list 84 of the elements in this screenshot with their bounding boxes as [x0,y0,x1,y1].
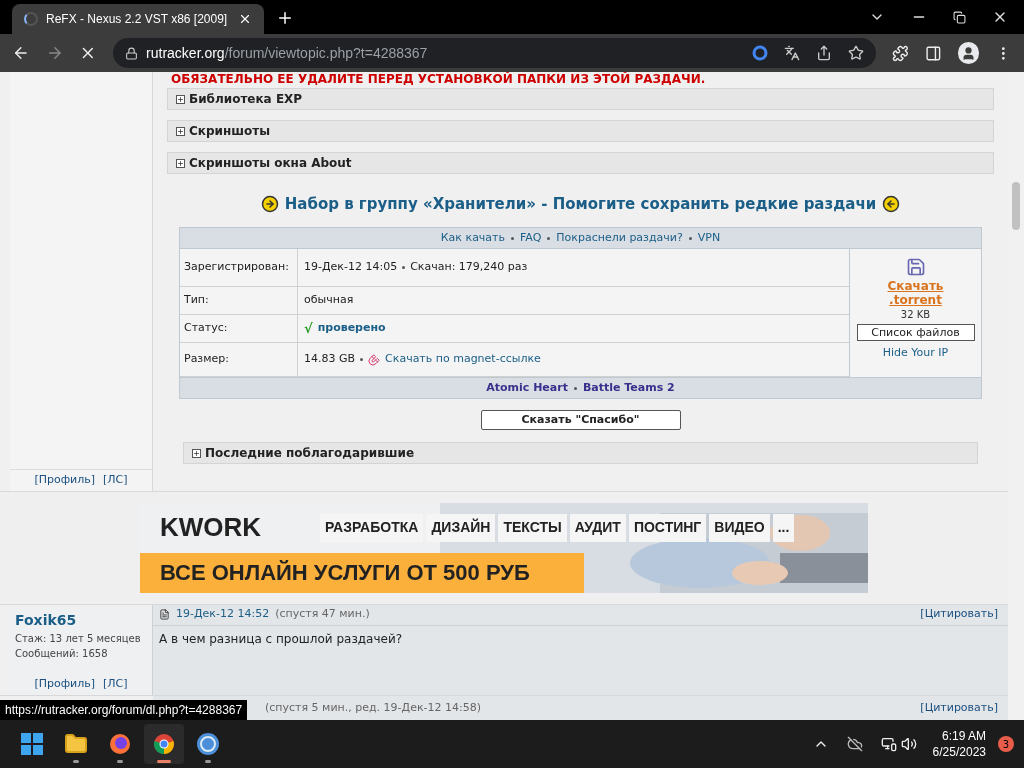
back-icon[interactable] [12,44,30,62]
spoiler-header[interactable]: Последние поблагодарившие [183,442,978,464]
kwork-logo: KWORK [159,511,263,545]
help-link[interactable]: VPN [697,229,721,247]
warning-text: ОБЯЗАТЕЛЬНО ЕЕ УДАЛИТЕ ПЕРЕД УСТАНОВКОЙ ПАПКИ ИЗ ЭТОЙ РАЗДАЧИ. [170,72,707,86]
bookmark-icon[interactable] [848,45,865,61]
new-tab-icon[interactable] [276,9,294,27]
extensions-icon[interactable] [892,44,909,62]
browser-icon [108,732,132,756]
close-icon[interactable] [238,12,252,26]
field-value: обычная [304,292,354,309]
browser-tab[interactable]: ReFX - Nexus 2.2 VST x86 [2009] [12,4,264,34]
loading-spinner-icon [24,12,38,26]
field-label: Зарегистрирован: [184,259,289,276]
hide-ip-link[interactable]: Hide Your IP [882,345,949,362]
tab-title: ReFX - Nexus 2.2 VST x86 [2009] [46,11,229,28]
floppy-icon [905,257,926,277]
spoiler-header[interactable]: Скриншоты окна About [167,152,994,174]
banner-menu-item: РАЗРАБОТКА [320,513,424,542]
spoiler-header[interactable]: Скриншоты [167,120,994,142]
thanks-button[interactable]: Сказать "Спасибо" [480,410,681,430]
user-stat: Стаж: 13 лет 5 месяцев [15,631,142,646]
address-bar[interactable]: rutracker.org/forum/viewtopic.php?t=4288367 [113,38,877,68]
post-time-note: (спустя 5 мин., ред. 19-Дек-12 14:58) [265,699,481,716]
pm-link[interactable]: [ЛС] [103,472,128,489]
volume-icon[interactable] [900,736,917,752]
notification-badge[interactable]: 3 [998,736,1014,752]
field-label: Размер: [184,351,229,368]
field-label: Тип: [184,292,209,309]
post-date-link[interactable]: 19-Дек-12 14:52 [176,606,270,623]
network-icon[interactable] [880,736,897,752]
user-stat: Сообщений: 1658 [15,646,109,661]
clock[interactable]: 6:19 AM 6/25/2023 [932,728,986,760]
check-mark: √ [304,319,313,338]
banner-menu-item: АУДИТ [569,513,626,542]
quote-link[interactable]: [Цитировать] [920,606,998,623]
magnet-link[interactable]: Скачать по magnet-ссылке [385,351,541,368]
keepers-link[interactable]: Набор в группу «Хранители» - Помогите сохранить редкие раздачи [284,192,877,216]
field-value: проверено [317,320,386,337]
file-list-button[interactable]: Список файлов [856,324,975,341]
post-icon [159,609,170,620]
profile-link[interactable]: [Профиль] [34,472,96,489]
cloud-off-icon[interactable] [846,736,863,752]
spoiler-header[interactable]: Библиотека EXP [167,88,994,110]
ad-banner[interactable]: KWORK РАЗРАБОТКА ДИЗАЙН ТЕКСТЫ АУДИТ ПОСТИНГ ВИДЕО ... ВСЕ ОНЛАЙН УСЛУГИ ОТ 500 РУБ [140,502,868,593]
restore-icon[interactable] [953,10,966,24]
lock-icon [125,46,139,60]
help-link[interactable]: FAQ [520,229,542,247]
spoiler-title: Скриншоты окна About [189,155,352,172]
ad-link[interactable]: Atomic Heart [486,379,568,397]
field-value: Скачан: 179,240 раз [410,259,528,276]
banner-menu-item: ВИДЕО [709,513,770,542]
status-url-tooltip: https://rutracker.org/forum/dl.php?t=4288367 [0,700,248,720]
banner-menu-item: ТЕКСТЫ [498,513,567,542]
quote-link[interactable]: [Цитировать] [920,699,998,717]
ad-link[interactable]: Battle Teams 2 [582,379,675,397]
taskbar-app[interactable] [144,724,184,764]
side-panel-icon[interactable] [924,44,942,62]
banner-menu-item: ПОСТИНГ [628,513,707,542]
file-size: 32 KB [900,308,931,322]
spoiler-title: Скриншоты [189,123,271,140]
field-label: Статус: [184,320,228,337]
url-text: rutracker.org/forum/viewtopic.php?t=4288367 [146,43,428,63]
post-time-note: (спустя 47 мин.) [275,606,370,623]
translate-icon[interactable] [784,45,801,61]
spoiler-title: Библиотека EXP [189,91,303,108]
share-icon[interactable] [816,45,833,61]
banner-menu-item: ДИЗАЙН [426,513,496,542]
pm-link[interactable]: [ЛС] [103,675,128,693]
magnet-icon [368,353,381,366]
profile-link[interactable]: [Профиль] [34,675,96,693]
help-link[interactable]: Покраснели раздачи? [556,229,683,247]
folder-icon [64,732,88,756]
post-text: А в чем разница с прошлой раздачей? [158,630,404,648]
spoiler-title: Последние поблагодарившие [205,445,415,462]
browser-icon [152,732,176,756]
profile-icon[interactable] [957,42,980,64]
arrow-left-icon [882,195,901,213]
banner-slogan: ВСЕ ОНЛАЙН УСЛУГИ ОТ 500 РУБ [159,559,531,588]
help-link[interactable]: Как качать [440,229,505,247]
arrow-right-icon [260,195,279,213]
field-value: 19-Дек-12 14:05 [304,259,398,276]
field-value: 14.83 GB [304,351,356,368]
username[interactable]: Foxik65 [15,609,147,631]
